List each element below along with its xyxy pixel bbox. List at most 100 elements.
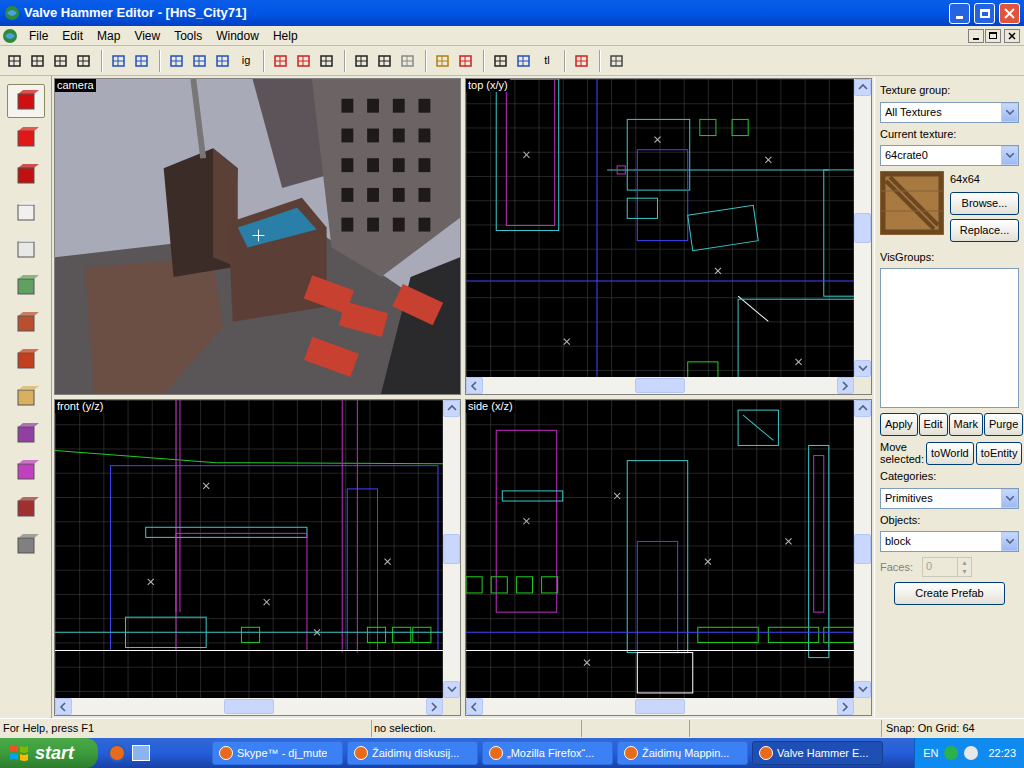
categories-select[interactable]: Primitives xyxy=(880,488,1019,509)
visgroups-list[interactable] xyxy=(880,268,1019,408)
toolbar-button-icon[interactable] xyxy=(513,50,535,72)
toolbar-text-button[interactable]: ig xyxy=(235,50,257,72)
toolbar-button-icon[interactable] xyxy=(189,50,211,72)
objects-select[interactable]: block xyxy=(880,531,1019,552)
toolbar-button-icon[interactable] xyxy=(374,50,396,72)
menu-item[interactable]: File xyxy=(22,27,55,45)
move-button[interactable]: toEntity xyxy=(976,442,1023,465)
toolbar-button-icon[interactable] xyxy=(490,50,512,72)
viewport[interactable]: side (x/z) xyxy=(465,399,872,716)
horizontal-scrollbar[interactable] xyxy=(466,698,871,715)
toolbar-button-icon[interactable] xyxy=(270,50,292,72)
tool-button-icon[interactable] xyxy=(7,491,45,525)
viewport-label[interactable]: camera xyxy=(55,79,96,92)
scroll-left-icon[interactable] xyxy=(55,698,72,715)
viewport-label[interactable]: front (y/z) xyxy=(55,400,105,413)
toolbar-button-icon[interactable] xyxy=(397,50,419,72)
scroll-down-icon[interactable] xyxy=(854,681,871,698)
visgroup-button[interactable]: Mark xyxy=(949,413,983,436)
tool-button-icon[interactable] xyxy=(7,528,45,562)
scroll-right-icon[interactable] xyxy=(837,377,854,394)
current-texture-select[interactable]: 64crate0 xyxy=(880,145,1019,166)
tool-button-icon[interactable] xyxy=(7,158,45,192)
minimize-icon[interactable] xyxy=(949,3,970,24)
firefox-icon[interactable] xyxy=(108,744,126,762)
task-button[interactable]: „Mozilla Firefox“... xyxy=(482,741,613,765)
viewport[interactable]: front (y/z) xyxy=(54,399,461,716)
tool-button-icon[interactable] xyxy=(7,269,45,303)
replace-button[interactable]: Replace... xyxy=(950,219,1019,242)
vertical-scrollbar[interactable] xyxy=(854,79,871,377)
task-button[interactable]: Žaidimų diskusij... xyxy=(347,741,478,765)
scroll-up-icon[interactable] xyxy=(854,79,871,96)
scroll-left-icon[interactable] xyxy=(466,698,483,715)
task-button[interactable]: Žaidimų Mappin... xyxy=(617,741,748,765)
toolbar-button-icon[interactable] xyxy=(108,50,130,72)
vertical-scrollbar[interactable] xyxy=(443,400,460,698)
viewport-label[interactable]: top (x/y) xyxy=(466,79,510,92)
mdi-minimize-icon[interactable] xyxy=(968,29,984,43)
tool-button-icon[interactable] xyxy=(7,343,45,377)
visgroup-button[interactable]: Purge xyxy=(984,413,1023,436)
toolbar-button-icon[interactable] xyxy=(4,50,26,72)
toolbar-button-icon[interactable] xyxy=(166,50,188,72)
vertical-scrollbar[interactable] xyxy=(854,400,871,698)
viewport[interactable]: camera xyxy=(54,78,461,395)
toolbar-button-icon[interactable] xyxy=(50,50,72,72)
tool-button-icon[interactable] xyxy=(7,121,45,155)
scroll-up-icon[interactable] xyxy=(854,400,871,417)
language-indicator[interactable]: EN xyxy=(923,745,938,762)
toolbar-button-icon[interactable] xyxy=(432,50,454,72)
map-geometry[interactable] xyxy=(55,400,443,698)
browse-button[interactable]: Browse... xyxy=(950,192,1019,215)
horizontal-scrollbar[interactable] xyxy=(466,377,871,394)
tray-app-icon[interactable] xyxy=(964,746,978,760)
visgroup-button[interactable]: Apply xyxy=(880,413,918,436)
camera-render[interactable] xyxy=(55,79,460,394)
scroll-right-icon[interactable] xyxy=(426,698,443,715)
toolbar-button-icon[interactable] xyxy=(571,50,593,72)
tool-button-icon[interactable] xyxy=(7,306,45,340)
scroll-up-icon[interactable] xyxy=(443,400,460,417)
tool-button-icon[interactable] xyxy=(7,417,45,451)
menu-item[interactable]: Map xyxy=(90,27,127,45)
toolbar-button-icon[interactable] xyxy=(131,50,153,72)
mdi-close-icon[interactable] xyxy=(1004,29,1020,43)
tool-button-icon[interactable] xyxy=(7,232,45,266)
task-button[interactable]: Skype™ - dj_mute xyxy=(212,741,343,765)
menu-item[interactable]: Help xyxy=(266,27,305,45)
toolbar-text-button[interactable]: tl xyxy=(536,50,558,72)
toolbar-button-icon[interactable] xyxy=(293,50,315,72)
tool-button-icon[interactable] xyxy=(7,380,45,414)
tool-button-icon[interactable] xyxy=(7,454,45,488)
menu-item[interactable]: Window xyxy=(209,27,266,45)
map-geometry[interactable] xyxy=(466,400,854,698)
mdi-restore-icon[interactable] xyxy=(985,29,1001,43)
tool-button-icon[interactable] xyxy=(7,195,45,229)
viewport[interactable]: top (x/y) xyxy=(465,78,872,395)
map-geometry[interactable] xyxy=(466,79,854,377)
maximize-icon[interactable] xyxy=(974,3,995,24)
toolbar-button-icon[interactable] xyxy=(27,50,49,72)
viewport-label[interactable]: side (x/z) xyxy=(466,400,515,413)
toolbar-button-icon[interactable] xyxy=(73,50,95,72)
toolbar-button-icon[interactable] xyxy=(316,50,338,72)
scroll-left-icon[interactable] xyxy=(466,377,483,394)
toolbar-button-icon[interactable] xyxy=(455,50,477,72)
create-prefab-button[interactable]: Create Prefab xyxy=(894,582,1005,605)
scroll-down-icon[interactable] xyxy=(443,681,460,698)
horizontal-scrollbar[interactable] xyxy=(55,698,460,715)
title-bar[interactable]: Valve Hammer Editor - [HnS_City71] xyxy=(0,0,1024,26)
tool-button-icon[interactable] xyxy=(7,84,45,118)
scroll-down-icon[interactable] xyxy=(854,360,871,377)
texture-group-select[interactable]: All Textures xyxy=(880,102,1019,123)
close-icon[interactable] xyxy=(999,3,1020,24)
menu-item[interactable]: View xyxy=(127,27,167,45)
tray-app-icon[interactable] xyxy=(944,746,958,760)
visgroup-button[interactable]: Edit xyxy=(919,413,948,436)
menu-item[interactable]: Edit xyxy=(55,27,90,45)
scroll-right-icon[interactable] xyxy=(837,698,854,715)
toolbar-button-icon[interactable] xyxy=(212,50,234,72)
desktop-icon[interactable] xyxy=(132,745,150,761)
toolbar-button-icon[interactable] xyxy=(351,50,373,72)
